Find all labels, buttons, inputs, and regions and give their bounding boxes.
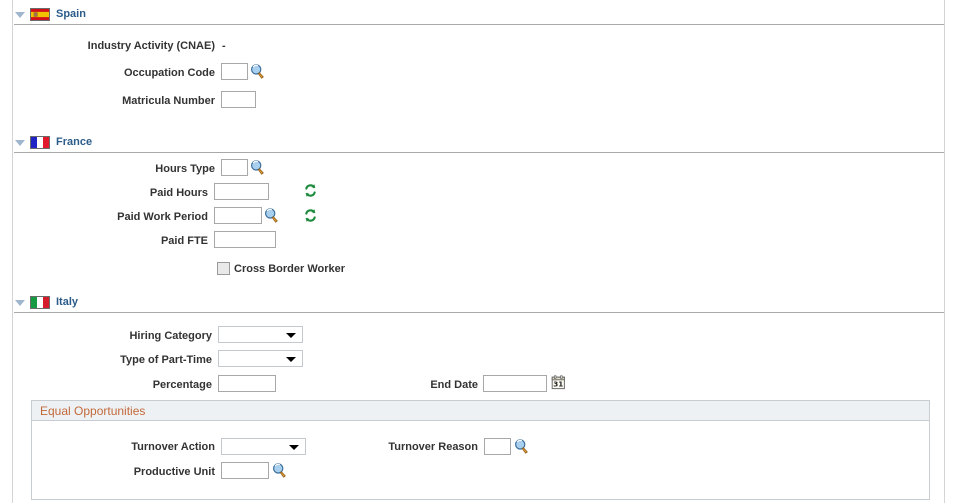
input-paid-hours[interactable] [214, 183, 269, 200]
input-paid-work-period[interactable] [214, 207, 262, 224]
section-title-spain: Spain [56, 8, 86, 20]
twisty-expanded-icon-italy[interactable] [14, 296, 27, 309]
lookup-icon-turnover-reason[interactable] [513, 438, 530, 454]
country-specific-job-data-page: Spain Industry Activity (CNAE) - Occupat… [0, 0, 955, 503]
input-paid-fte[interactable] [214, 231, 276, 248]
section-divider-france [14, 152, 944, 153]
dropdown-hiring-category[interactable] [218, 326, 303, 343]
label-industry-activity: Industry Activity (CNAE) [87, 40, 215, 52]
label-productive-unit: Productive Unit [133, 466, 215, 478]
value-industry-activity: - [222, 40, 226, 52]
section-divider-spain [14, 24, 944, 25]
flag-spain-icon [30, 7, 50, 21]
twisty-expanded-icon-france[interactable] [14, 136, 27, 149]
label-paid-fte: Paid FTE [160, 235, 208, 247]
section-title-france: France [56, 136, 93, 148]
subgroup-title-equal-opportunities: Equal Opportunities [40, 403, 146, 418]
label-percentage: Percentage [152, 379, 212, 391]
subgroup-header-equal-opportunities: Equal Opportunities [32, 401, 929, 421]
section-header-spain[interactable]: Spain [14, 6, 86, 22]
label-paid-work-period: Paid Work Period [117, 211, 208, 223]
section-title-italy: Italy [56, 296, 79, 308]
refresh-icon-paid-hours[interactable] [303, 183, 318, 198]
input-turnover-reason[interactable] [484, 438, 511, 455]
dropdown-turnover-action[interactable] [221, 438, 306, 455]
page-right-border [944, 0, 945, 503]
label-occupation-code: Occupation Code [123, 67, 215, 79]
label-type-of-part-time: Type of Part-Time [120, 354, 212, 366]
lookup-icon-occupation-code[interactable] [249, 63, 266, 79]
dropdown-type-of-part-time[interactable] [218, 350, 303, 367]
label-hiring-category: Hiring Category [129, 330, 212, 342]
label-cross-border-worker: Cross Border Worker [234, 262, 346, 275]
twisty-expanded-icon-spain[interactable] [14, 8, 27, 21]
section-header-france[interactable]: France [14, 134, 92, 150]
flag-france-icon [30, 135, 50, 149]
checkbox-cross-border-worker[interactable] [217, 262, 230, 275]
input-occupation-code[interactable] [221, 63, 248, 80]
label-hours-type: Hours Type [155, 163, 215, 175]
input-productive-unit[interactable] [221, 462, 269, 479]
section-header-italy[interactable]: Italy [14, 294, 78, 310]
label-paid-hours: Paid Hours [149, 187, 208, 199]
section-divider-italy [14, 312, 944, 313]
input-percentage[interactable] [218, 375, 276, 392]
flag-italy-icon [30, 295, 50, 309]
lookup-icon-paid-work-period[interactable] [263, 207, 280, 223]
label-matricula-number: Matricula Number [122, 95, 215, 107]
refresh-icon-paid-work-period[interactable] [303, 208, 318, 223]
checkbox-row-cross-border-worker[interactable]: Cross Border Worker [217, 262, 345, 275]
label-end-date: End Date [430, 379, 478, 391]
input-matricula-number[interactable] [221, 91, 256, 108]
label-turnover-reason: Turnover Reason [388, 441, 478, 453]
lookup-icon-hours-type[interactable] [249, 159, 266, 175]
lookup-icon-productive-unit[interactable] [271, 462, 288, 478]
calendar-picker-icon-end-date[interactable] [551, 375, 566, 390]
label-turnover-action: Turnover Action [131, 441, 215, 453]
input-hours-type[interactable] [221, 159, 248, 176]
input-end-date[interactable] [483, 375, 547, 392]
